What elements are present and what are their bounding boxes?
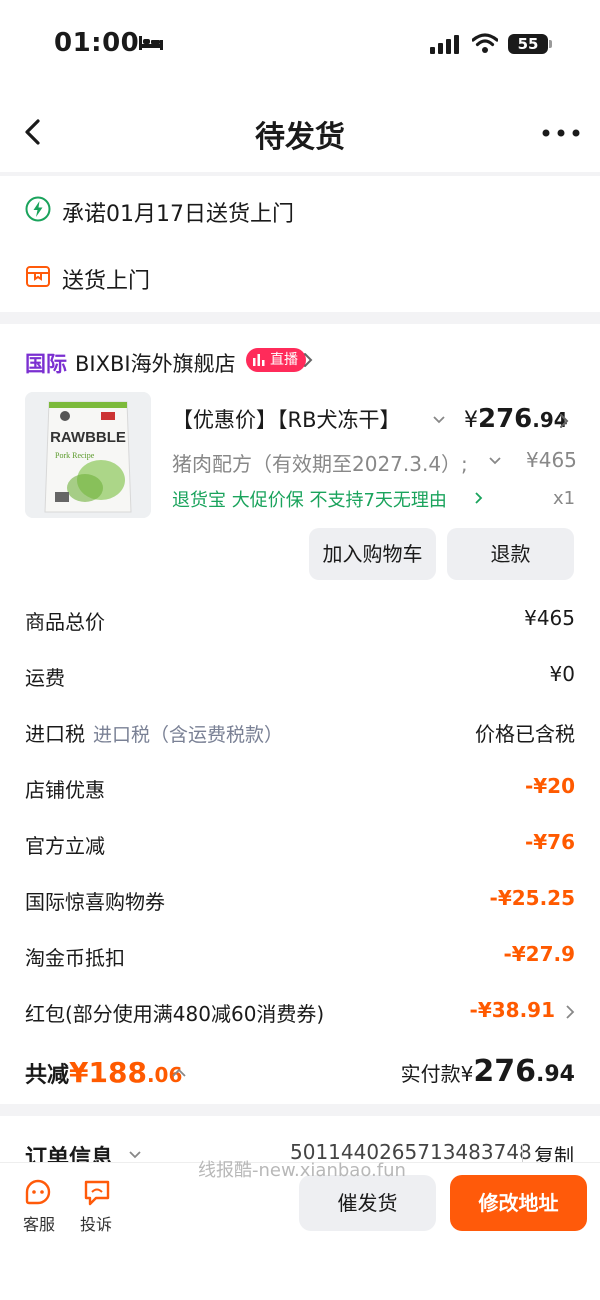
chevron-right-icon[interactable] [565, 1004, 575, 1020]
product-price: ¥276.94 [464, 404, 568, 434]
chevron-right-icon[interactable] [474, 491, 484, 505]
customer-service-icon[interactable] [23, 1177, 53, 1207]
nav-bar: 待发货 [0, 90, 600, 172]
delivery-card: 承诺01月17日送货上门 送货上门 [0, 176, 600, 312]
more-options-icon[interactable] [542, 128, 580, 138]
status-bar: 01:00 55 [0, 0, 600, 90]
import-tax-note: 进口税（含运费税款） [93, 724, 284, 746]
live-badge[interactable]: 直播 [246, 348, 306, 372]
divider [522, 1144, 523, 1162]
complaint-label[interactable]: 投诉 [80, 1211, 112, 1235]
signal-icon [430, 35, 459, 54]
order-summary: 共减¥188.06 实付款¥276.94 [25, 1054, 575, 1094]
order-info-label[interactable]: 订单信息 [25, 1140, 113, 1164]
lightning-icon [25, 196, 51, 222]
original-price: ¥465 [526, 448, 577, 472]
product-image[interactable]: RAWBBLE Pork Recipe [25, 392, 151, 518]
amount-paid: 实付款¥276.94 [400, 1054, 575, 1089]
fee-row-gold-coin: 淘金币抵扣 -¥27.9 [25, 942, 575, 970]
delivery-promise: 承诺01月17日送货上门 [62, 202, 294, 227]
refund-button[interactable]: 退款 [447, 528, 574, 580]
status-time: 01:00 [54, 28, 140, 58]
product-sku[interactable]: 猪肉配方（有效期至2027.3.4）; [172, 448, 468, 477]
bottom-action-bar: 客服 投诉 催发货 修改地址 [0, 1162, 600, 1300]
product-title[interactable]: 【优惠价】【RB犬冻干】 [172, 404, 401, 434]
international-tag: 国际 [25, 352, 67, 376]
product-brand-text: RAWBBLE [50, 429, 126, 446]
order-detail-card: 国际 BIXBI海外旗舰店 直播 RAWBBLE Pork Recipe 【优惠… [0, 324, 600, 1104]
fee-row-red-packet[interactable]: 红包(部分使用满480减60消费券) -¥38.91 [25, 998, 575, 1028]
product-bag-image: RAWBBLE Pork Recipe [25, 392, 151, 518]
chevron-down-icon[interactable] [432, 415, 446, 425]
package-icon [26, 266, 50, 287]
total-saved[interactable]: 共减¥188.06 [25, 1056, 182, 1089]
live-badge-label: 直播 [270, 352, 298, 368]
chevron-down-icon[interactable] [488, 456, 502, 466]
complaint-icon[interactable] [82, 1177, 112, 1207]
live-bars-icon [253, 354, 265, 366]
store-name[interactable]: BIXBI海外旗舰店 [75, 348, 236, 378]
chevron-right-icon[interactable] [558, 413, 570, 429]
fee-row-total: 商品总价 ¥465 [25, 606, 575, 634]
product-flavor-text: Pork Recipe [55, 451, 95, 460]
battery-indicator: 55 [508, 34, 552, 54]
page-title: 待发货 [255, 120, 345, 155]
service-tags[interactable]: 退货宝 大促价保 不支持7天无理由 [172, 486, 447, 512]
sleep-mode-icon [139, 36, 163, 50]
add-to-cart-button[interactable]: 加入购物车 [309, 528, 436, 580]
fee-row-official-discount: 官方立减 -¥76 [25, 830, 575, 858]
fee-row-intl-coupon: 国际惊喜购物券 -¥25.25 [25, 886, 575, 914]
fee-row-import-tax: 进口税 进口税（含运费税款） 价格已含税 [25, 722, 575, 746]
delivery-method: 送货上门 [62, 269, 151, 294]
urge-shipping-button[interactable]: 催发货 [299, 1175, 436, 1231]
chevron-up-icon[interactable] [171, 1068, 187, 1078]
fee-row-store-discount: 店铺优惠 -¥20 [25, 774, 575, 802]
chevron-down-icon[interactable] [128, 1150, 142, 1160]
wifi-icon [472, 33, 498, 53]
quantity: x1 [553, 488, 576, 509]
watermark-text: 线报酷-new.xianbao.fun [198, 1160, 406, 1181]
chevron-right-icon[interactable] [302, 352, 314, 368]
customer-service-label[interactable]: 客服 [23, 1211, 55, 1235]
copy-button[interactable]: 复制 [534, 1140, 574, 1164]
fee-row-shipping: 运费 ¥0 [25, 662, 575, 690]
modify-address-button[interactable]: 修改地址 [450, 1175, 587, 1231]
